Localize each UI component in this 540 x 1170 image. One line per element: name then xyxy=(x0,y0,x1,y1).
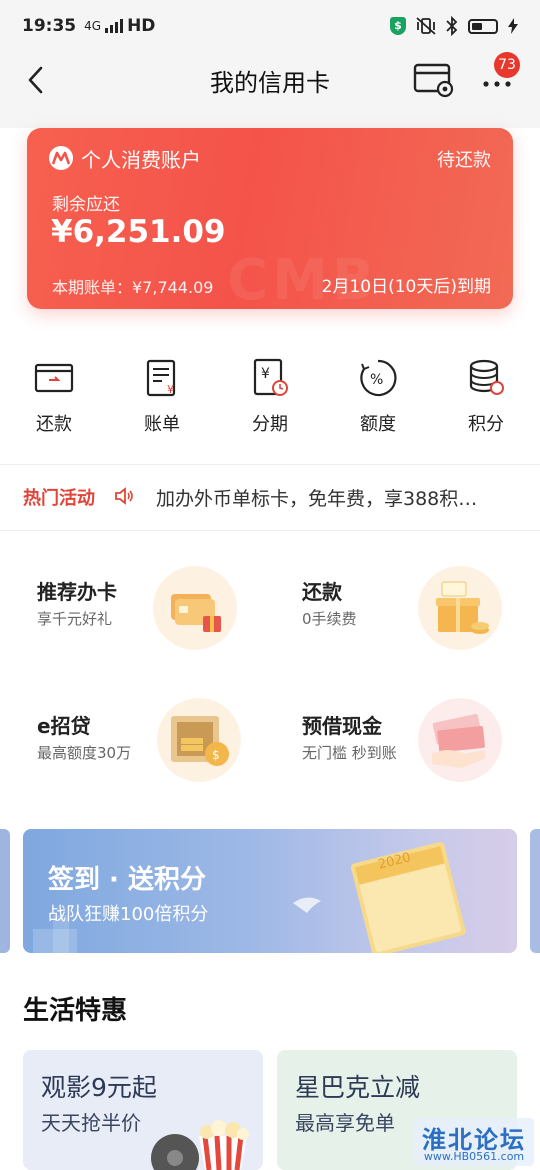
perk-subtitle: 最高享免单 xyxy=(295,1111,395,1135)
repay-card-icon xyxy=(34,363,74,393)
action-bill[interactable]: ¥ 账单 xyxy=(108,356,216,436)
speaker-icon xyxy=(115,487,133,505)
action-label: 分期 xyxy=(252,414,288,435)
installment-icon: ¥ xyxy=(253,358,288,396)
status-time: 19:35 xyxy=(22,16,77,36)
service-title: 还款 xyxy=(302,580,342,604)
security-shield-icon: $ xyxy=(390,17,406,35)
gift-box-icon xyxy=(418,566,502,650)
cash-hand-icon xyxy=(418,698,502,782)
service-title: e招贷 xyxy=(37,714,91,738)
bill-icon: ¥ xyxy=(146,359,176,397)
account-status: 待还款 xyxy=(437,150,491,171)
remaining-amount: ¥6,251.09 xyxy=(51,214,226,250)
action-label: 额度 xyxy=(360,414,396,435)
card-settings-icon[interactable] xyxy=(412,60,456,100)
credit-card-gift-icon xyxy=(153,566,237,650)
notification-badge: 73 xyxy=(494,52,520,78)
section-title: 生活特惠 xyxy=(23,996,128,1026)
hd-label: HD xyxy=(127,16,156,36)
action-label: 还款 xyxy=(36,414,72,435)
popcorn-icon xyxy=(151,1120,249,1170)
service-subtitle: 无门槛 秒到账 xyxy=(302,744,397,762)
account-title: 个人消费账户 xyxy=(81,148,201,172)
header-gap xyxy=(0,108,540,128)
perk-card-movie[interactable]: 观影9元起 天天抢半价 xyxy=(23,1050,263,1170)
service-subtitle: 享千元好礼 xyxy=(37,610,113,628)
account-card[interactable]: CMB 个人消费账户 待还款 剩余应还 ¥6,251.09 本期账单：¥7,74… xyxy=(27,128,513,309)
nav-bar: 我的信用卡 xyxy=(0,52,540,108)
banner-title: 签到 · 送积分 xyxy=(48,865,206,895)
banner-subtitle: 战队狂赚100倍积分 xyxy=(48,904,209,925)
statement-amount: 本期账单：¥7,744.09 xyxy=(52,278,214,297)
service-title: 预借现金 xyxy=(302,714,382,738)
vibrate-icon xyxy=(416,17,436,35)
charging-icon xyxy=(508,18,518,34)
service-card-apply[interactable]: 推荐办卡 享千元好礼 xyxy=(37,566,287,676)
remaining-label: 剩余应还 xyxy=(52,195,120,215)
signin-banner[interactable]: 签到 · 送积分 战队狂赚100倍积分 2020 xyxy=(23,829,517,953)
svg-text:¥: ¥ xyxy=(167,383,174,396)
back-arrow-icon[interactable] xyxy=(22,62,52,98)
action-credit-limit[interactable]: % 额度 xyxy=(324,356,432,436)
service-card-repay[interactable]: 还款 0手续费 xyxy=(302,566,540,676)
divider xyxy=(0,530,540,531)
carousel-peek-right xyxy=(530,829,540,953)
forum-watermark: 淮北论坛 www.HB0561.com xyxy=(414,1118,534,1166)
hot-activity-text: 加办外币单标卡，免年费，享388积… xyxy=(156,488,478,510)
hot-activity-label: 热门活动 xyxy=(23,488,95,509)
service-subtitle: 0手续费 xyxy=(302,610,357,628)
hot-activity-bar[interactable]: 热门活动 加办外币单标卡，免年费，享388积… xyxy=(0,466,540,528)
service-card-loan[interactable]: e招贷 最高额度30万 $ xyxy=(37,698,287,810)
signal-bars-icon xyxy=(105,19,124,33)
service-subtitle: 最高额度30万 xyxy=(37,744,132,762)
bluetooth-icon xyxy=(446,16,458,36)
credit-limit-icon: % xyxy=(360,359,397,397)
service-title: 推荐办卡 xyxy=(37,580,117,604)
network-type: 4G xyxy=(84,19,102,33)
quick-actions: 还款 ¥ 账单 ¥ 分期 % 额度 积分 xyxy=(0,356,540,446)
status-icons: $ xyxy=(390,16,518,36)
svg-text:%: % xyxy=(370,372,383,388)
divider xyxy=(0,464,540,465)
due-date: 2月10日(10天后)到期 xyxy=(321,277,491,297)
signal-indicator: 4G HD xyxy=(84,16,155,36)
perk-title: 观影9元起 xyxy=(41,1073,157,1102)
service-card-cash-advance[interactable]: 预借现金 无门槛 秒到账 xyxy=(302,698,540,810)
safe-money-bag-icon: $ xyxy=(157,698,241,782)
svg-text:¥: ¥ xyxy=(261,366,270,382)
page-title: 我的信用卡 xyxy=(210,68,330,97)
points-icon xyxy=(469,359,504,395)
action-label: 积分 xyxy=(468,414,504,435)
watermark-url: www.HB0561.com xyxy=(423,1150,525,1163)
action-points[interactable]: 积分 xyxy=(432,356,540,436)
status-bar: 19:35 4G HD $ xyxy=(0,0,540,52)
action-label: 账单 xyxy=(144,414,180,435)
battery-icon xyxy=(468,18,498,34)
perk-subtitle: 天天抢半价 xyxy=(41,1111,141,1135)
perk-title: 星巴克立减 xyxy=(295,1073,421,1102)
action-repay[interactable]: 还款 xyxy=(0,356,108,436)
bank-logo-icon xyxy=(49,146,73,170)
svg-text:$: $ xyxy=(212,748,220,762)
action-installment[interactable]: ¥ 分期 xyxy=(216,356,324,436)
carousel-peek-left xyxy=(0,829,10,953)
